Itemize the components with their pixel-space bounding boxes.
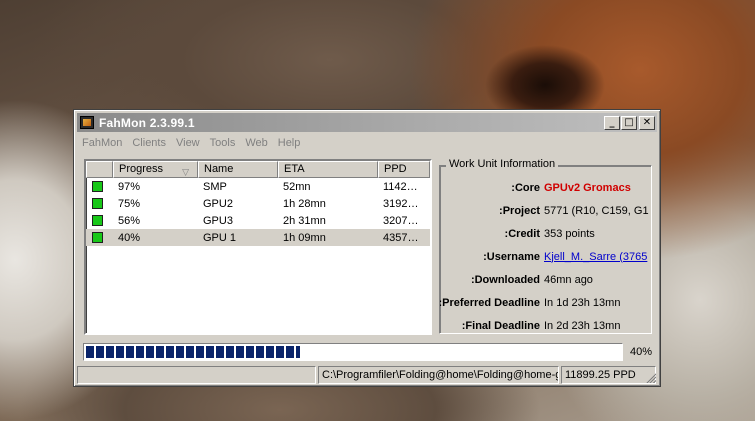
menu-view[interactable]: View — [171, 137, 205, 149]
client-progress: 75% — [118, 197, 141, 210]
client-ppd: 4357… — [383, 231, 419, 244]
client-eta: 2h 31mn — [283, 214, 326, 227]
wu-preferred-deadline-row: Preferred Deadline: In 1d 23h 13mn — [440, 295, 651, 310]
wu-progress-percent: 40% — [630, 346, 653, 358]
wu-group-title: Work Unit Information — [446, 158, 559, 170]
client-name: GPU2 — [203, 197, 233, 210]
status-bar: C:\Programfiler\Folding@home\Folding@hom… — [77, 366, 657, 384]
client-row[interactable]: 56% GPU3 2h 31mn 3207… — [86, 212, 430, 229]
client-eta: 52mn — [283, 180, 311, 193]
clients-list[interactable]: Progress ▽ Name ETA PPD 97% SMP 52mn 114… — [84, 159, 432, 335]
list-header: Progress ▽ Name ETA PPD — [86, 161, 430, 178]
wu-final-deadline-value: In 2d 23h 13mn — [544, 319, 621, 332]
menu-fahmon[interactable]: FahMon — [77, 137, 127, 149]
wu-username-link[interactable]: Kjell_M._Sarre (3765 — [544, 251, 651, 263]
wu-final-deadline-label: Final Deadline: — [461, 319, 540, 332]
client-progress: 97% — [118, 180, 141, 193]
wu-project-value: 5771 (R10, C159, G1 — [544, 204, 649, 217]
status-message — [77, 366, 316, 384]
column-header-progress[interactable]: Progress ▽ — [113, 161, 198, 178]
client-eta: 1h 09mn — [283, 231, 326, 244]
wu-core-value: GPUv2 Gromacs — [544, 181, 631, 194]
client-progress: 56% — [118, 214, 141, 227]
wu-downloaded-row: Downloaded: 46mn ago — [440, 272, 651, 287]
menu-help[interactable]: Help — [273, 137, 306, 149]
sort-descending-icon: ▽ — [182, 167, 189, 177]
client-progress: 40% — [118, 231, 141, 244]
client-row[interactable]: 97% SMP 52mn 1142… — [86, 178, 430, 195]
status-total-ppd: 11899.25 PPD — [561, 366, 656, 384]
window-controls: _ □ ✕ — [603, 115, 655, 130]
client-ppd: 1142… — [383, 180, 418, 193]
wu-core-row: Core: GPUv2 Gromacs — [440, 180, 651, 195]
wu-username-label: Username: — [483, 250, 540, 263]
wu-credit-label: Credit: — [504, 227, 540, 240]
wu-credit-row: Credit: 353 points — [440, 226, 651, 241]
wu-username-row: Username: Kjell_M._Sarre (3765 — [440, 249, 651, 264]
client-row-selected[interactable]: 40% GPU 1 1h 09mn 4357… — [86, 229, 430, 246]
wu-core-label: Core: — [511, 181, 540, 194]
status-client-path: C:\Programfiler\Folding@home\Folding@hom… — [318, 366, 559, 384]
wu-preferred-deadline-value: In 1d 23h 13mn — [544, 296, 621, 309]
client-ppd: 3192… — [383, 197, 419, 210]
client-eta: 1h 28mn — [283, 197, 326, 210]
wu-project-row: Project: 5771 (R10, C159, G1 — [440, 203, 651, 218]
client-name: SMP — [203, 180, 227, 193]
status-ok-icon — [92, 232, 103, 243]
wu-progress-bar — [83, 343, 623, 361]
fahmon-app-icon[interactable] — [80, 116, 94, 129]
menu-bar: FahMon Clients View Tools Web Help — [77, 134, 657, 151]
title-bar[interactable]: FahMon 2.3.99.1 _ □ ✕ — [77, 113, 657, 132]
wu-downloaded-value: 46mn ago — [544, 273, 593, 286]
wu-progress-fill — [86, 346, 300, 358]
window-title: FahMon 2.3.99.1 — [99, 115, 195, 130]
maximize-button[interactable]: □ — [621, 115, 637, 130]
client-name: GPU3 — [203, 214, 233, 227]
menu-web[interactable]: Web — [240, 137, 272, 149]
close-button[interactable]: ✕ — [639, 115, 655, 130]
resize-grip-icon[interactable] — [645, 372, 656, 383]
column-header-name[interactable]: Name — [198, 161, 278, 178]
status-ok-icon — [92, 215, 103, 226]
client-ppd: 3207… — [383, 214, 419, 227]
wu-downloaded-label: Downloaded: — [470, 273, 540, 286]
menu-clients[interactable]: Clients — [127, 137, 171, 149]
wu-final-deadline-row: Final Deadline: In 2d 23h 13mn — [440, 318, 651, 333]
wu-project-label: Project: — [499, 204, 540, 217]
wu-credit-value: 353 points — [544, 227, 595, 240]
minimize-button[interactable]: _ — [604, 115, 620, 130]
column-header-ppd[interactable]: PPD — [378, 161, 430, 178]
status-ok-icon — [92, 181, 103, 192]
work-unit-info-group: Core: GPUv2 Gromacs Project: 5771 (R10, … — [439, 158, 652, 334]
column-header-eta[interactable]: ETA — [278, 161, 378, 178]
client-name: GPU 1 — [203, 231, 237, 244]
column-header-status[interactable] — [86, 161, 113, 178]
column-header-progress-label: Progress — [119, 163, 164, 175]
fahmon-window: FahMon 2.3.99.1 _ □ ✕ FahMon Clients Vie… — [73, 109, 661, 387]
client-row[interactable]: 75% GPU2 1h 28mn 3192… — [86, 195, 430, 212]
status-ok-icon — [92, 198, 103, 209]
wu-preferred-deadline-label: Preferred Deadline: — [440, 296, 540, 309]
menu-tools[interactable]: Tools — [205, 137, 241, 149]
